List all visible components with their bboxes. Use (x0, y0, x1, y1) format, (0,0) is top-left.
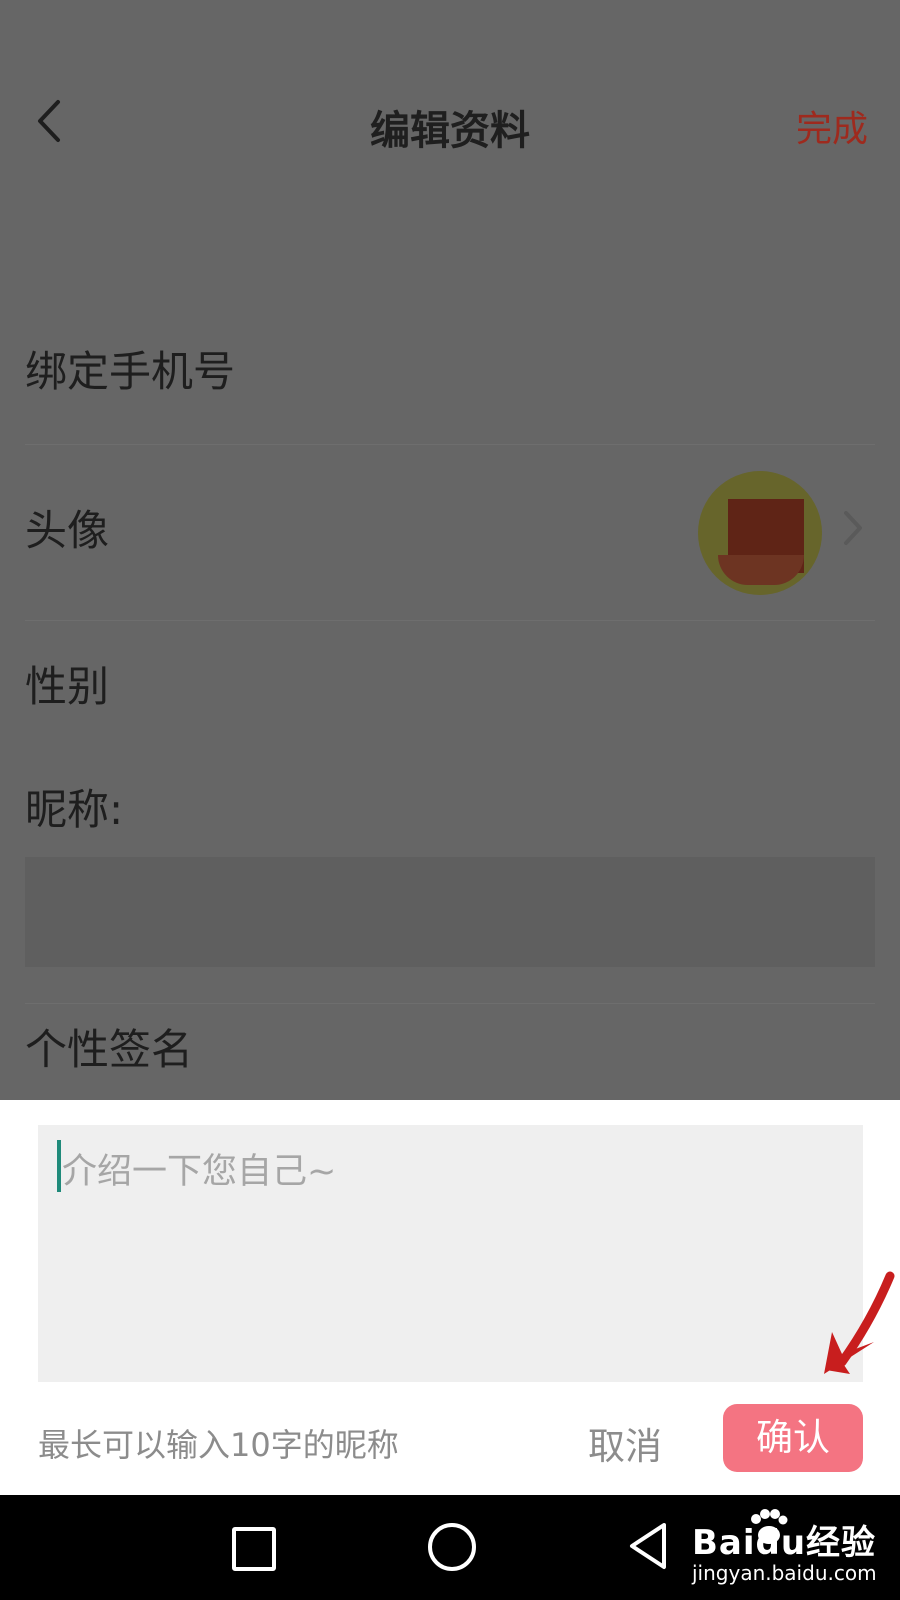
system-nav-bar: Baidu经验 jingyan.baidu.com (0, 1495, 900, 1600)
signature-textarea[interactable]: 介绍一下您自己~ (38, 1125, 863, 1382)
length-hint: 最长可以输入10字的昵称 (38, 1426, 399, 1464)
circle-icon[interactable] (428, 1523, 476, 1571)
divider (25, 1003, 875, 1004)
watermark-brand: Baidu经验 (692, 1523, 877, 1563)
watermark-url: jingyan.baidu.com (692, 1561, 877, 1585)
bind-phone-label: 绑定手机号 (25, 347, 236, 396)
avatar-base (718, 555, 804, 585)
triangle-back-icon[interactable] (628, 1521, 670, 1571)
baidu-jingyan-watermark: Baidu经验 jingyan.baidu.com (690, 1509, 890, 1589)
textarea-placeholder: 介绍一下您自己~ (62, 1152, 337, 1192)
signature-label: 个性签名 (25, 1025, 194, 1074)
text-caret (57, 1140, 61, 1192)
avatar[interactable] (698, 471, 822, 595)
nickname-label: 昵称: (25, 785, 124, 834)
page-title: 编辑资料 (370, 108, 530, 154)
gender-row[interactable]: 性别 (25, 653, 875, 714)
chevron-right-icon (844, 511, 862, 545)
done-button[interactable]: 完成 (796, 100, 868, 152)
bind-phone-row[interactable]: 绑定手机号 (25, 338, 875, 399)
confirm-button[interactable]: 确认 (723, 1404, 863, 1472)
header: 编辑资料 完成 (0, 60, 900, 180)
divider (25, 620, 875, 621)
gender-label: 性别 (25, 662, 110, 711)
cancel-button[interactable]: 取消 (588, 1416, 662, 1470)
divider (25, 444, 875, 445)
signature-row[interactable]: 个性签名 (25, 1016, 875, 1077)
nickname-row: 昵称: (25, 776, 875, 837)
square-icon[interactable] (232, 1527, 276, 1571)
red-arrow-icon (824, 1271, 895, 1374)
signature-input-sheet: 介绍一下您自己~ 最长可以输入10字的昵称 取消 确认 (0, 1100, 900, 1495)
edit-profile-page: 编辑资料 完成 绑定手机号 头像 性别 昵称: 个性签名 (0, 0, 900, 1100)
nickname-input[interactable] (25, 857, 875, 967)
